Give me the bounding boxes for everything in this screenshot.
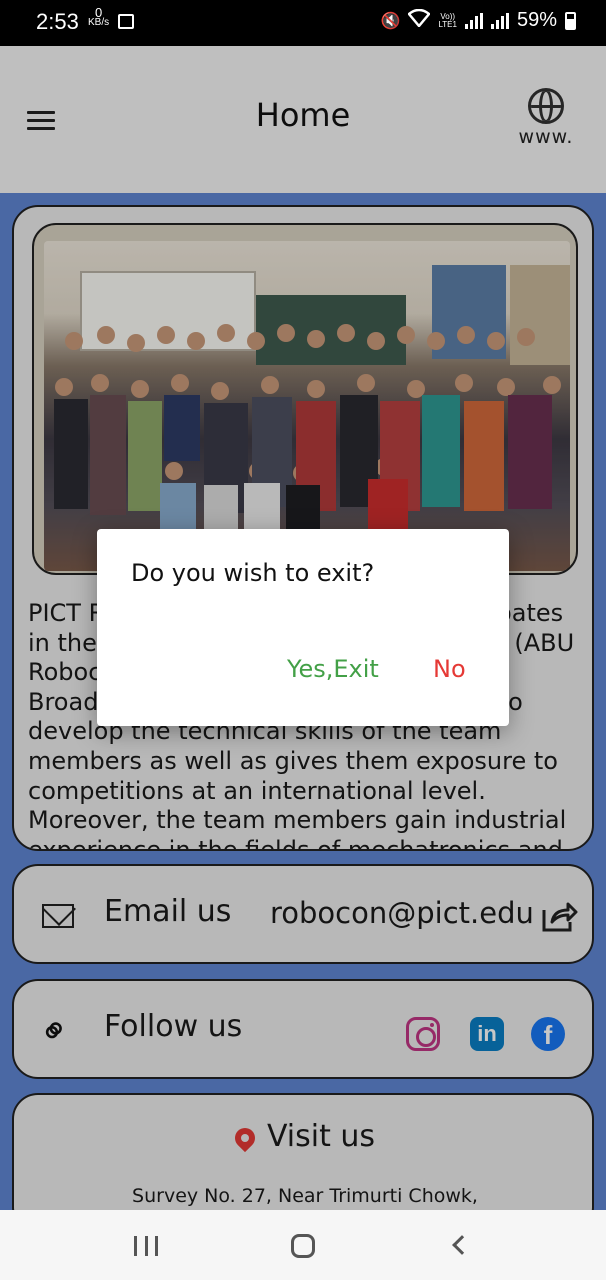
dialog-message: Do you wish to exit? [131, 559, 375, 587]
back-icon[interactable] [452, 1235, 472, 1255]
recent-apps-icon[interactable] [134, 1236, 158, 1256]
net-speed-indicator: 0 KB/s [88, 6, 110, 28]
lte-indicator: Vo)) LTE1 [438, 12, 457, 29]
exit-dialog: Do you wish to exit? Yes,Exit No [97, 529, 509, 726]
mute-icon: 🔇 [380, 12, 401, 30]
battery-percent: 59% [516, 9, 557, 31]
status-bar: 2:53 0 KB/s 🔇 Vo)) LTE1 59% [0, 0, 606, 46]
battery-icon [565, 11, 576, 30]
lte-label: LTE1 [438, 19, 457, 29]
status-time: 2:53 [36, 9, 79, 34]
signal-bars-2-icon [490, 12, 509, 29]
home-icon[interactable] [291, 1234, 315, 1258]
gallery-notification-icon [118, 14, 134, 29]
signal-bars-icon [464, 12, 483, 29]
no-button[interactable]: No [433, 655, 466, 683]
net-speed-unit: KB/s [88, 17, 110, 28]
status-icons: 🔇 Vo)) LTE1 59% [380, 8, 576, 32]
system-nav-bar [0, 1210, 606, 1280]
wifi-icon [407, 8, 432, 32]
yes-exit-button[interactable]: Yes,Exit [287, 655, 379, 683]
